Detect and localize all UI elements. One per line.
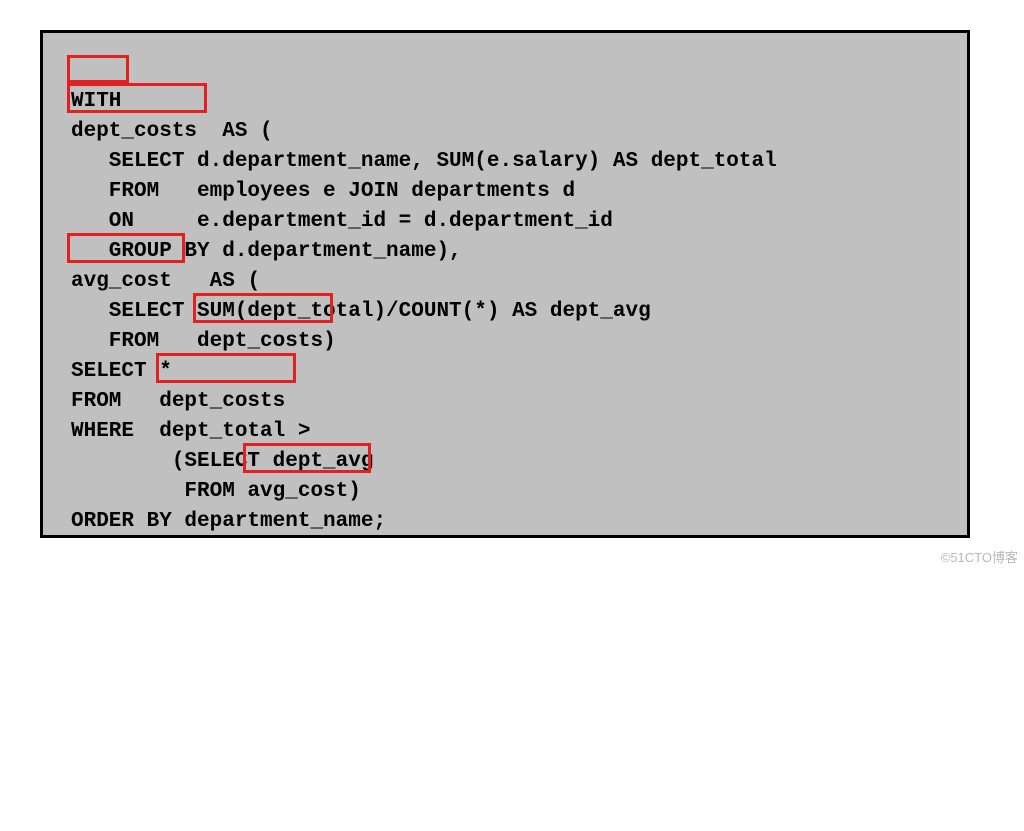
code-line-5: ON e.department_id = d.department_id — [71, 210, 613, 233]
cte-ref-dept-costs-2: dept_costs — [159, 390, 285, 413]
code-line-7b: AS ( — [172, 270, 260, 293]
code-line-9c: ) — [323, 330, 336, 353]
highlight-with — [67, 55, 129, 83]
highlight-dept-costs-ref2 — [156, 353, 296, 383]
code-line-11a: FROM — [71, 390, 159, 413]
cte-ref-dept-costs-1: dept_costs — [197, 330, 323, 353]
cte-name-dept-costs: dept_costs — [71, 120, 197, 143]
cte-name-avg-cost: avg_cost — [71, 270, 172, 293]
highlight-dept-costs-def — [67, 83, 207, 113]
highlight-avg-cost-def — [67, 233, 185, 263]
code-line-9a: FROM — [71, 330, 197, 353]
code-line-2b: AS ( — [197, 120, 273, 143]
code-line-8: SELECT SUM(dept_total)/COUNT(*) AS dept_… — [71, 300, 651, 323]
watermark-text: ©51CTO博客 — [941, 547, 1018, 566]
code-frame: WITH dept_costs AS ( SELECT d.department… — [40, 30, 970, 538]
code-line-3: SELECT d.department_name, SUM(e.salary) … — [71, 150, 777, 173]
code-line-12: WHERE dept_total > — [71, 420, 310, 443]
code-line-14a: FROM — [71, 480, 247, 503]
cte-ref-avg-cost: avg_cost) — [247, 480, 360, 503]
highlight-avg-cost-ref — [243, 443, 371, 473]
code-line-15: ORDER BY department_name; — [71, 510, 386, 533]
code-line-4: FROM employees e JOIN departments d — [71, 180, 575, 203]
sql-code-block: WITH dept_costs AS ( SELECT d.department… — [43, 33, 967, 831]
highlight-dept-costs-ref1 — [193, 293, 333, 323]
